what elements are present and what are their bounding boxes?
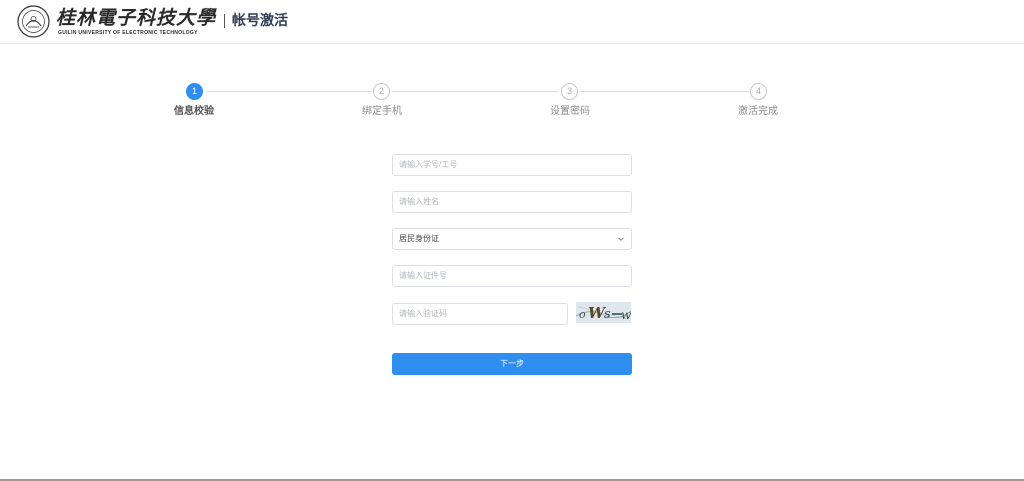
chevron-down-icon: [618, 237, 624, 241]
svg-text:o: o: [579, 308, 586, 321]
name-input[interactable]: 请输入姓名: [392, 191, 632, 213]
step-connector: [206, 91, 372, 92]
step-1-number: 1: [186, 83, 203, 100]
step-4-label: 激活完成: [738, 106, 778, 117]
header: 桂林電子科技大學 GUILIN UNIVERSITY OF ELECTRONIC…: [0, 0, 1024, 44]
id-number-input[interactable]: 请输入证件号: [392, 265, 632, 287]
step-indicator: 1 信息校验 2 绑定手机 3 设置密码 4 激活完成: [0, 82, 1024, 122]
step-3-label: 设置密码: [550, 106, 590, 117]
captcha-image[interactable]: o W s w: [576, 302, 631, 323]
svg-text:s: s: [604, 307, 611, 322]
step-4-number: 4: [750, 83, 767, 100]
step-connector: [580, 91, 750, 92]
step-connector: [392, 91, 558, 92]
step-2-number: 2: [373, 83, 390, 100]
university-seal-icon: [17, 5, 50, 38]
page-title: 帐号激活: [232, 13, 288, 29]
university-name: 桂林電子科技大學: [56, 7, 217, 29]
id-type-value: 居民身份证: [399, 234, 439, 243]
captcha-input[interactable]: 请输入验证码: [392, 303, 568, 325]
university-english-name: GUILIN UNIVERSITY OF ELECTRONIC TECHNOLO…: [58, 30, 198, 36]
next-step-button[interactable]: 下一步: [392, 353, 632, 375]
svg-text:w: w: [621, 308, 631, 322]
step-2-label: 绑定手机: [362, 106, 402, 117]
header-divider: [224, 14, 225, 28]
id-type-select[interactable]: 居民身份证: [392, 228, 632, 250]
step-3-number: 3: [561, 83, 578, 100]
step-1-label: 信息校验: [174, 106, 214, 117]
student-id-input[interactable]: 请输入学号/工号: [392, 154, 632, 176]
